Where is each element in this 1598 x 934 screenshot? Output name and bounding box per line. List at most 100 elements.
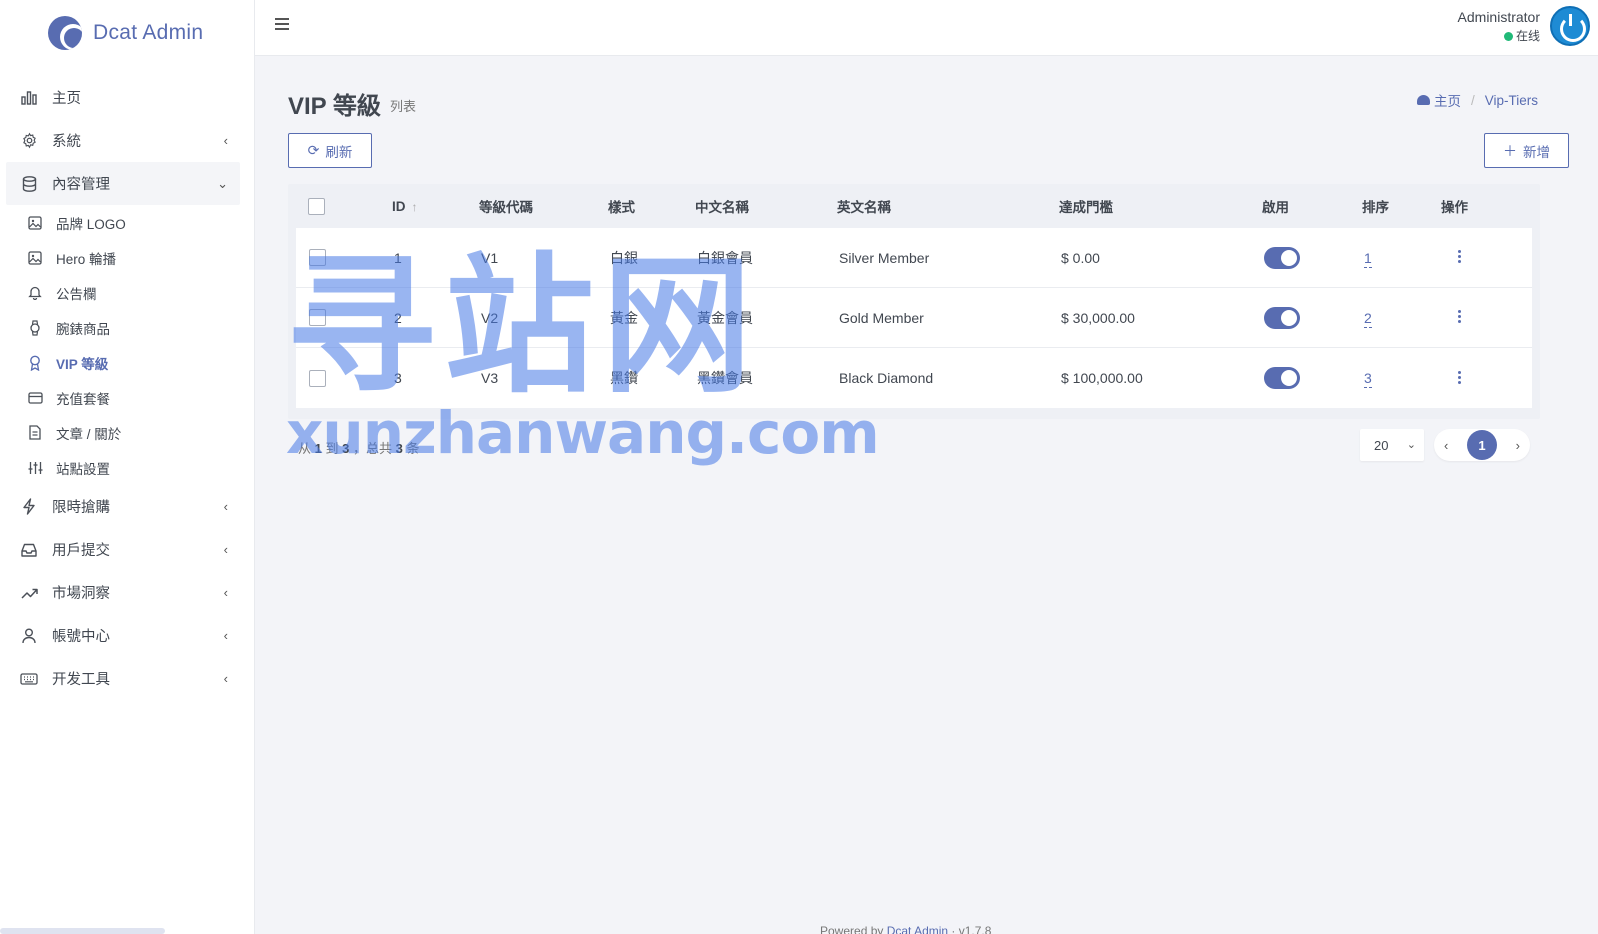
- cell-order[interactable]: 2: [1364, 309, 1372, 328]
- sidebar-subitem-label: VIP 等級: [56, 356, 109, 372]
- pagination-summary: 从 1 到 3 ，总共 3 条: [298, 441, 420, 456]
- enabled-toggle[interactable]: [1264, 306, 1300, 329]
- chevron-left-icon: ‹: [223, 671, 228, 686]
- add-label: 新增: [1523, 144, 1550, 160]
- row-actions-icon[interactable]: [1458, 310, 1461, 325]
- row-actions-icon[interactable]: [1458, 250, 1461, 265]
- table-row: 3 V3 黑鑽 黑鑽會員 Black Diamond $ 100,000.00 …: [296, 348, 1532, 408]
- order-link[interactable]: 2: [1364, 309, 1372, 328]
- row-checkbox[interactable]: [309, 309, 326, 326]
- cell-id: 3: [394, 370, 402, 386]
- avatar[interactable]: [1550, 6, 1590, 46]
- sidebar-item-label: 帳號中心: [52, 629, 110, 645]
- brand[interactable]: Dcat Admin: [0, 0, 254, 66]
- chevron-down-icon: ⌄: [1406, 439, 1416, 451]
- chevron-left-icon: ‹: [223, 542, 228, 557]
- cell-name-en: Gold Member: [839, 309, 924, 326]
- sidebar: Dcat Admin 主页 系統 ‹ 內容管理 ⌄ 品牌 LOGO Hero 輪…: [0, 0, 255, 934]
- enabled-toggle[interactable]: [1264, 246, 1300, 269]
- inbox-icon: [20, 541, 38, 559]
- cell-name-en: Black Diamond: [839, 370, 934, 386]
- sidebar-subitem-label: 公告欄: [56, 286, 97, 302]
- user-status: 在线: [1458, 27, 1540, 44]
- user-menu[interactable]: Administrator 在线: [1458, 6, 1590, 46]
- sidebar-subitem-label: 站點設置: [56, 461, 110, 477]
- cell-name-zh: 黃金會員: [697, 309, 753, 326]
- column-header-name-zh: 中文名稱: [695, 200, 749, 215]
- sliders-icon: [27, 460, 43, 476]
- sidebar-subitem-vip-tiers[interactable]: VIP 等級: [0, 345, 254, 380]
- refresh-label: 刷新: [325, 144, 353, 160]
- sidebar-subitem-watches[interactable]: 腕錶商品: [0, 310, 254, 345]
- cell-name-zh: 黑鑽會員: [697, 370, 753, 386]
- select-all-checkbox[interactable]: [308, 198, 325, 215]
- image-icon: [27, 215, 43, 231]
- table-body: 1 V1 白銀 白銀會員 Silver Member $ 0.00 1 2 V2…: [296, 228, 1532, 408]
- per-page-select[interactable]: 20 ⌄: [1360, 429, 1424, 461]
- sidebar-subitem-hero[interactable]: Hero 輪播: [0, 240, 254, 275]
- sidebar-subitem-label: 品牌 LOGO: [56, 216, 126, 232]
- next-page-button[interactable]: ›: [1516, 438, 1520, 453]
- sidebar-subitem-brand-logo[interactable]: 品牌 LOGO: [0, 205, 254, 240]
- breadcrumb: 主页 / Vip-Tiers: [1416, 90, 1538, 110]
- cell-name-en: Silver Member: [839, 249, 930, 266]
- plus-icon: ＋: [1503, 142, 1517, 159]
- chevron-left-icon: ‹: [223, 499, 228, 514]
- add-button[interactable]: ＋ 新增: [1484, 133, 1569, 168]
- refresh-button[interactable]: ⟳ 刷新: [288, 133, 372, 168]
- enabled-toggle[interactable]: [1264, 367, 1300, 389]
- cell-threshold: $ 0.00: [1061, 249, 1100, 266]
- column-header-code: 等級代碼: [479, 200, 533, 215]
- per-page-value: 20: [1374, 437, 1389, 453]
- user-status-text: 在线: [1515, 28, 1540, 43]
- prev-page-button[interactable]: ‹: [1444, 438, 1448, 453]
- sidebar-subitem-site-settings[interactable]: 站點設置: [0, 450, 254, 485]
- cell-order[interactable]: 1: [1364, 249, 1372, 268]
- cell-code: V3: [481, 370, 499, 386]
- cell-style: 黃金: [610, 309, 638, 326]
- cell-id: 2: [394, 309, 402, 326]
- bar-chart-icon: [20, 89, 38, 107]
- cell-id: 1: [394, 249, 402, 266]
- pagination: ‹ 1 ›: [1434, 429, 1530, 461]
- sidebar-item-accounts[interactable]: 帳號中心 ‹: [0, 614, 254, 657]
- page-1-button[interactable]: 1: [1467, 430, 1497, 460]
- trend-icon: [20, 584, 38, 602]
- sidebar-item-system[interactable]: 系統 ‹: [0, 119, 254, 162]
- sidebar-item-label: 內容管理: [52, 177, 110, 193]
- sidebar-item-content[interactable]: 內容管理 ⌄: [6, 162, 240, 205]
- brand-name: Dcat Admin: [93, 21, 204, 44]
- order-link[interactable]: 1: [1364, 249, 1372, 268]
- image-icon: [27, 250, 43, 266]
- row-actions-icon[interactable]: [1458, 370, 1461, 386]
- column-header-threshold: 達成門檻: [1059, 200, 1113, 215]
- sidebar-item-home[interactable]: 主页: [0, 76, 254, 119]
- sidebar-item-label: 系統: [52, 134, 81, 150]
- cell-style: 白銀: [610, 249, 638, 266]
- sidebar-subitem-topup[interactable]: 充值套餐: [0, 380, 254, 415]
- sidebar-subitem-articles[interactable]: 文章 / 關於: [0, 415, 254, 450]
- sidebar-nav: 主页 系統 ‹ 內容管理 ⌄ 品牌 LOGO Hero 輪播 公告欄 腕錶商品 …: [0, 76, 254, 700]
- sidebar-item-market[interactable]: 市場洞察 ‹: [0, 571, 254, 614]
- cell-order[interactable]: 3: [1364, 370, 1372, 388]
- keyboard-icon: [20, 670, 38, 688]
- column-header-actions: 操作: [1441, 200, 1468, 215]
- row-checkbox[interactable]: [309, 369, 326, 387]
- sidebar-subitem-bulletin[interactable]: 公告欄: [0, 275, 254, 310]
- breadcrumb-home[interactable]: 主页: [1434, 90, 1461, 110]
- column-header-id[interactable]: ID ↑: [392, 199, 418, 214]
- award-icon: [27, 355, 43, 371]
- column-header-order: 排序: [1362, 200, 1389, 215]
- sidebar-item-devtools[interactable]: 开发工具 ‹: [0, 657, 254, 700]
- card-icon: [27, 390, 43, 406]
- sidebar-subitem-label: 腕錶商品: [56, 321, 110, 337]
- user-icon: [20, 627, 38, 645]
- footer-link[interactable]: Dcat Admin: [887, 924, 948, 934]
- sidebar-scrollbar[interactable]: [0, 928, 165, 934]
- sidebar-item-submissions[interactable]: 用戶提交 ‹: [0, 528, 254, 571]
- row-checkbox[interactable]: [309, 249, 326, 266]
- menu-toggle-icon[interactable]: [275, 18, 289, 30]
- chevron-left-icon: ‹: [223, 585, 228, 600]
- sidebar-item-flash-sale[interactable]: 限時搶購 ‹: [0, 485, 254, 528]
- order-link[interactable]: 3: [1364, 370, 1372, 388]
